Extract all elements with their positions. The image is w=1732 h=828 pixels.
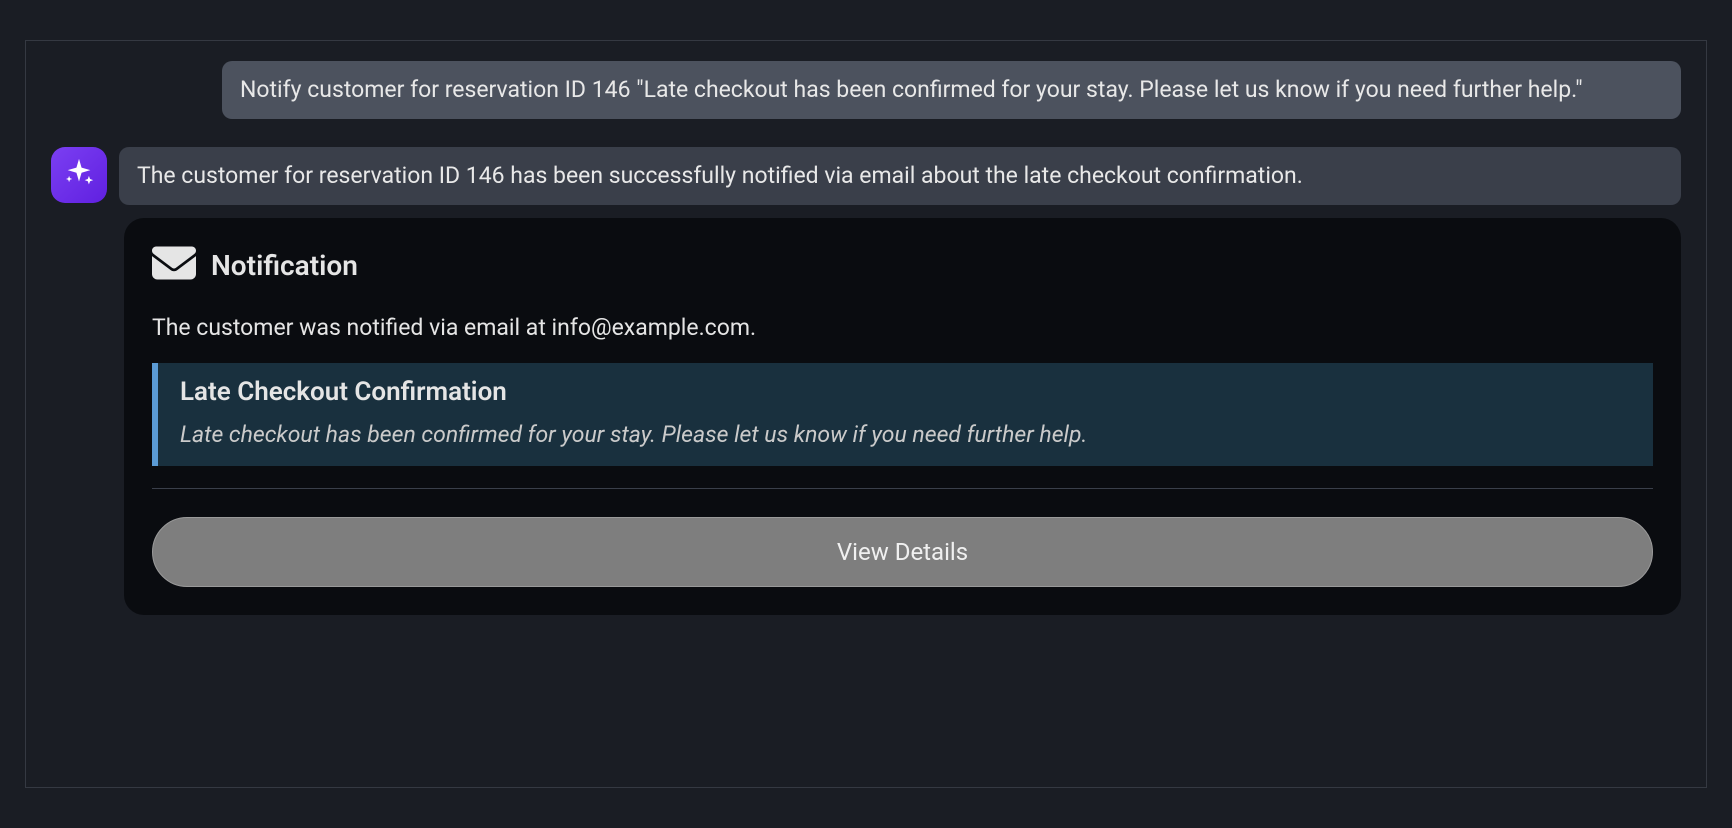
notification-header: Notification <box>152 246 1653 284</box>
user-message-text: Notify customer for reservation ID 146 "… <box>240 76 1583 103</box>
assistant-avatar <box>51 147 107 203</box>
envelope-icon <box>152 246 196 284</box>
notification-body-text: The customer was notified via email at i… <box>152 314 1653 341</box>
assistant-message: The customer for reservation ID 146 has … <box>119 147 1681 205</box>
view-details-button[interactable]: View Details <box>152 517 1653 587</box>
notification-detail-body: Late checkout has been confirmed for you… <box>180 421 1631 448</box>
chat-container: Notify customer for reservation ID 146 "… <box>25 40 1707 788</box>
assistant-row: The customer for reservation ID 146 has … <box>51 147 1681 205</box>
notification-detail-title: Late Checkout Confirmation <box>180 377 1631 407</box>
notification-detail: Late Checkout Confirmation Late checkout… <box>152 363 1653 466</box>
divider <box>152 488 1653 489</box>
notification-card: Notification The customer was notified v… <box>124 218 1681 615</box>
notification-title: Notification <box>211 249 358 282</box>
assistant-message-text: The customer for reservation ID 146 has … <box>137 162 1303 189</box>
sparkle-icon <box>62 156 96 194</box>
user-message: Notify customer for reservation ID 146 "… <box>222 61 1681 119</box>
